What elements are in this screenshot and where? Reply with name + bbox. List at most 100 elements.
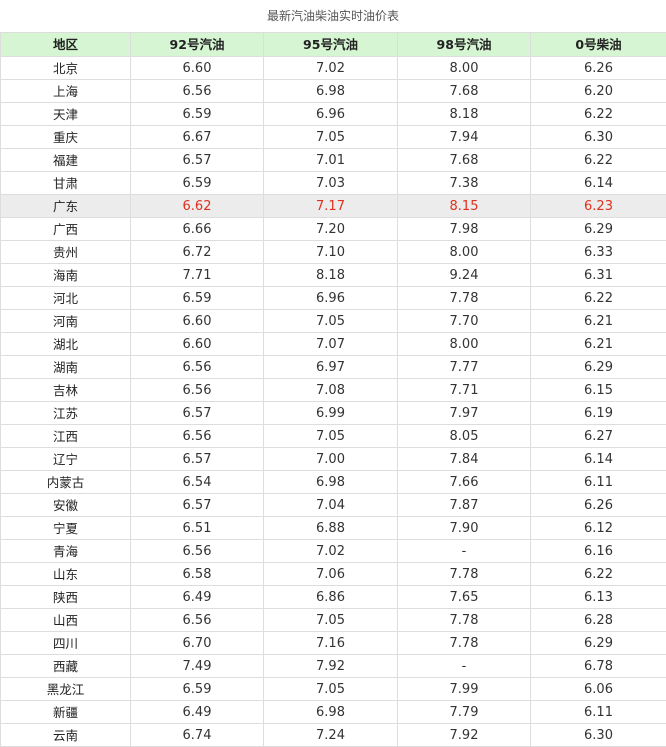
price-diesel-cell: 6.22 xyxy=(531,103,666,126)
region-cell: 甘肃 xyxy=(1,172,131,195)
price-95-cell: 7.02 xyxy=(264,540,398,563)
price-diesel-cell: 6.14 xyxy=(531,448,666,471)
price-98-cell: 8.15 xyxy=(398,195,531,218)
price-98-cell: 7.78 xyxy=(398,563,531,586)
column-header-98-gasoline: 98号汽油 xyxy=(398,33,531,57)
price-92-cell: 7.71 xyxy=(131,264,264,287)
price-98-cell: 7.94 xyxy=(398,126,531,149)
price-95-cell: 6.98 xyxy=(264,80,398,103)
price-diesel-cell: 6.12 xyxy=(531,517,666,540)
price-95-cell: 7.00 xyxy=(264,448,398,471)
price-diesel-cell: 6.30 xyxy=(531,126,666,149)
table-row: 江西6.567.058.056.27 xyxy=(1,425,666,448)
price-95-cell: 6.98 xyxy=(264,701,398,724)
price-95-cell: 7.05 xyxy=(264,678,398,701)
price-diesel-cell: 6.30 xyxy=(531,724,666,747)
price-98-cell: 7.79 xyxy=(398,701,531,724)
table-row: 福建6.577.017.686.22 xyxy=(1,149,666,172)
table-row: 上海6.566.987.686.20 xyxy=(1,80,666,103)
price-diesel-cell: 6.21 xyxy=(531,310,666,333)
price-92-cell: 6.59 xyxy=(131,678,264,701)
price-98-cell: 7.78 xyxy=(398,287,531,310)
region-cell: 山西 xyxy=(1,609,131,632)
price-diesel-cell: 6.26 xyxy=(531,494,666,517)
price-92-cell: 6.72 xyxy=(131,241,264,264)
price-diesel-cell: 6.29 xyxy=(531,356,666,379)
price-95-cell: 7.17 xyxy=(264,195,398,218)
price-92-cell: 6.60 xyxy=(131,333,264,356)
region-cell: 河南 xyxy=(1,310,131,333)
price-92-cell: 6.62 xyxy=(131,195,264,218)
table-row: 吉林6.567.087.716.15 xyxy=(1,379,666,402)
price-98-cell: 8.00 xyxy=(398,57,531,80)
column-header-95-gasoline: 95号汽油 xyxy=(264,33,398,57)
price-diesel-cell: 6.11 xyxy=(531,471,666,494)
table-row: 甘肃6.597.037.386.14 xyxy=(1,172,666,195)
price-95-cell: 7.16 xyxy=(264,632,398,655)
table-row: 重庆6.677.057.946.30 xyxy=(1,126,666,149)
region-cell: 北京 xyxy=(1,57,131,80)
price-98-cell: 7.66 xyxy=(398,471,531,494)
price-92-cell: 6.67 xyxy=(131,126,264,149)
price-98-cell: 7.71 xyxy=(398,379,531,402)
price-diesel-cell: 6.22 xyxy=(531,563,666,586)
price-98-cell: 7.78 xyxy=(398,632,531,655)
price-92-cell: 7.49 xyxy=(131,655,264,678)
price-diesel-cell: 6.29 xyxy=(531,218,666,241)
price-98-cell: 7.97 xyxy=(398,402,531,425)
price-98-cell: 7.92 xyxy=(398,724,531,747)
table-row: 河南6.607.057.706.21 xyxy=(1,310,666,333)
price-diesel-cell: 6.14 xyxy=(531,172,666,195)
table-row: 天津6.596.968.186.22 xyxy=(1,103,666,126)
price-92-cell: 6.57 xyxy=(131,448,264,471)
price-95-cell: 6.96 xyxy=(264,103,398,126)
price-95-cell: 6.98 xyxy=(264,471,398,494)
price-95-cell: 7.10 xyxy=(264,241,398,264)
price-95-cell: 7.04 xyxy=(264,494,398,517)
price-92-cell: 6.60 xyxy=(131,310,264,333)
table-row: 辽宁6.577.007.846.14 xyxy=(1,448,666,471)
price-92-cell: 6.51 xyxy=(131,517,264,540)
price-98-cell: 8.18 xyxy=(398,103,531,126)
price-92-cell: 6.59 xyxy=(131,172,264,195)
price-98-cell: 8.05 xyxy=(398,425,531,448)
table-row: 河北6.596.967.786.22 xyxy=(1,287,666,310)
table-row: 宁夏6.516.887.906.12 xyxy=(1,517,666,540)
price-diesel-cell: 6.11 xyxy=(531,701,666,724)
region-cell: 安徽 xyxy=(1,494,131,517)
column-header-region: 地区 xyxy=(1,33,131,57)
region-cell: 宁夏 xyxy=(1,517,131,540)
price-92-cell: 6.56 xyxy=(131,80,264,103)
price-98-cell: 7.68 xyxy=(398,80,531,103)
table-row: 北京6.607.028.006.26 xyxy=(1,57,666,80)
price-98-cell: 7.70 xyxy=(398,310,531,333)
price-98-cell: - xyxy=(398,540,531,563)
region-cell: 湖北 xyxy=(1,333,131,356)
table-row: 陕西6.496.867.656.13 xyxy=(1,586,666,609)
price-92-cell: 6.57 xyxy=(131,494,264,517)
table-header-row: 地区 92号汽油 95号汽油 98号汽油 0号柴油 xyxy=(1,33,666,57)
price-98-cell: 7.99 xyxy=(398,678,531,701)
region-cell: 四川 xyxy=(1,632,131,655)
price-95-cell: 7.05 xyxy=(264,126,398,149)
price-95-cell: 7.05 xyxy=(264,609,398,632)
region-cell: 贵州 xyxy=(1,241,131,264)
price-92-cell: 6.56 xyxy=(131,540,264,563)
column-header-92-gasoline: 92号汽油 xyxy=(131,33,264,57)
price-95-cell: 7.07 xyxy=(264,333,398,356)
table-row: 云南6.747.247.926.30 xyxy=(1,724,666,747)
price-diesel-cell: 6.33 xyxy=(531,241,666,264)
price-95-cell: 7.05 xyxy=(264,310,398,333)
table-row: 广西6.667.207.986.29 xyxy=(1,218,666,241)
table-row: 新疆6.496.987.796.11 xyxy=(1,701,666,724)
price-98-cell: 7.98 xyxy=(398,218,531,241)
price-diesel-cell: 6.13 xyxy=(531,586,666,609)
price-92-cell: 6.49 xyxy=(131,701,264,724)
price-92-cell: 6.56 xyxy=(131,425,264,448)
price-diesel-cell: 6.28 xyxy=(531,609,666,632)
region-cell: 云南 xyxy=(1,724,131,747)
table-row: 安徽6.577.047.876.26 xyxy=(1,494,666,517)
table-row: 内蒙古6.546.987.666.11 xyxy=(1,471,666,494)
region-cell: 山东 xyxy=(1,563,131,586)
price-92-cell: 6.59 xyxy=(131,287,264,310)
